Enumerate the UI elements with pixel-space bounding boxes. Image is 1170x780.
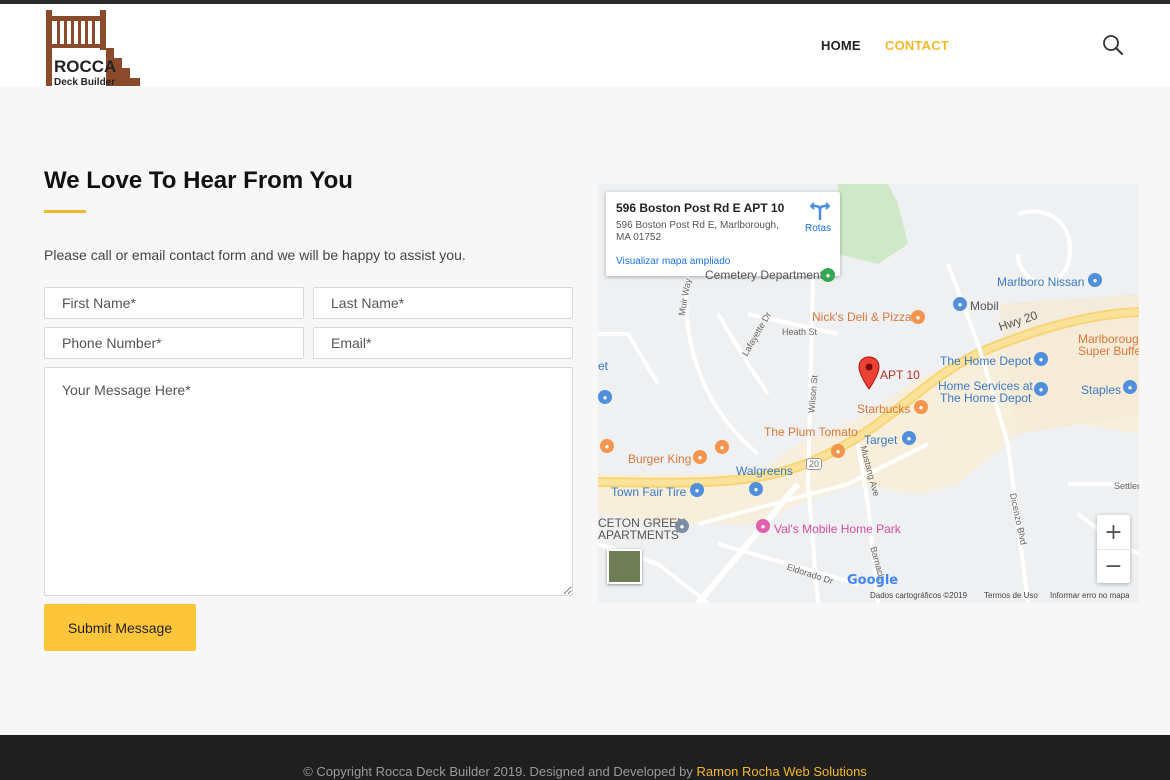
cafe-icon[interactable]: ● [914, 400, 928, 414]
search-icon[interactable] [1102, 34, 1124, 56]
svg-text:ROCCA: ROCCA [54, 57, 116, 76]
site-header: ROCCA Deck Builder HOME CONTACT [0, 4, 1170, 87]
shopping-icon[interactable]: ● [1123, 380, 1137, 394]
last-name-field[interactable] [313, 287, 573, 319]
restaurant-icon[interactable]: ● [911, 310, 925, 324]
info-title: 596 Boston Post Rd E APT 10 [616, 201, 785, 215]
gas-station-icon[interactable]: ● [953, 297, 967, 311]
restaurant-icon[interactable]: ● [693, 450, 707, 464]
zoom-controls: + − [1097, 515, 1130, 583]
map-label-nicks: Nick's Deli & Pizza [812, 310, 912, 324]
zoom-in-button[interactable]: + [1097, 515, 1130, 549]
map-label-mobil: Mobil [970, 299, 999, 313]
restaurant-icon[interactable]: ● [831, 444, 845, 458]
lodging-icon[interactable]: ● [756, 519, 770, 533]
map-label-cemetery: Cemetery Department [705, 268, 824, 282]
map-label-home-depot: The Home Depot [940, 354, 1032, 368]
shopping-icon[interactable]: ● [1034, 382, 1048, 396]
map-label-starbucks: Starbucks [857, 402, 911, 416]
map-label-plum-tomato: The Plum Tomato [764, 425, 858, 439]
map-label-heath-st: Heath St [782, 327, 818, 337]
first-name-field[interactable] [44, 287, 304, 319]
map-label-vals: Val's Mobile Home Park [774, 522, 901, 536]
title-underline [44, 210, 86, 213]
satellite-toggle[interactable] [607, 549, 642, 584]
directions-icon[interactable] [809, 200, 831, 222]
map-terms-link[interactable]: Termos de Uso [984, 591, 1038, 600]
message-field[interactable] [44, 367, 573, 596]
residence-icon[interactable]: ● [675, 519, 689, 533]
map-label-staples: Staples [1081, 383, 1122, 397]
car-dealer-icon[interactable]: ● [1088, 273, 1102, 287]
shopping-icon[interactable]: ● [1034, 352, 1048, 366]
map-label-marlboro-nissan: Marlboro Nissan [997, 275, 1085, 289]
zoom-out-button[interactable]: − [1097, 549, 1130, 583]
map-label-marlborough-2: Super Buffe [1078, 344, 1139, 358]
google-logo: Google [847, 573, 899, 588]
developer-link[interactable]: Ramon Rocha Web Solutions [697, 764, 867, 779]
copyright-label: © Copyright Rocca Deck Builder 2019. Des… [303, 764, 697, 779]
map-label-burger-king: Burger King [628, 452, 692, 466]
google-map[interactable]: 596 Boston Post Rd E APT 10 596 Boston P… [598, 184, 1139, 603]
shopping-icon[interactable]: ● [902, 431, 916, 445]
email-field[interactable] [313, 327, 573, 359]
page-title: We Love To Hear From You [44, 167, 353, 194]
phone-field[interactable] [44, 327, 304, 359]
nav-contact[interactable]: CONTACT [885, 38, 949, 53]
submit-button[interactable]: Submit Message [44, 604, 196, 651]
deck-railing-icon[interactable]: ROCCA Deck Builder [44, 8, 142, 86]
info-address: 596 Boston Post Rd E, Marlborough, MA 01… [616, 220, 779, 243]
marker-label: APT 10 [880, 368, 920, 382]
map-label-walgreens: Walgreens [736, 464, 793, 478]
intro-text: Please call or email contact form and we… [44, 247, 466, 263]
map-info-card: 596 Boston Post Rd E APT 10 596 Boston P… [606, 192, 840, 276]
map-label-ceton-2: APARTMENTS [598, 528, 679, 542]
map-data-credit: Dados cartográficos ©2019 [870, 591, 968, 600]
svg-text:Deck Builder: Deck Builder [54, 77, 115, 86]
map-marker-icon[interactable] [858, 356, 880, 390]
view-larger-map-link[interactable]: Visualizar mapa ampliado [616, 256, 730, 267]
nav-home[interactable]: HOME [821, 38, 861, 53]
map-label-town-fair: Town Fair Tire [611, 485, 687, 499]
restaurant-icon[interactable]: ● [715, 440, 729, 454]
map-label-target: Target [864, 433, 898, 447]
map-label-et: et [598, 359, 609, 373]
route-shield: 20 [806, 458, 823, 470]
pharmacy-icon[interactable]: ● [749, 482, 763, 496]
cemetery-icon[interactable]: ● [821, 268, 835, 282]
copyright-text: © Copyright Rocca Deck Builder 2019. Des… [0, 764, 1170, 779]
restaurant-icon[interactable]: ● [600, 439, 614, 453]
map-label-settler: Settler [1114, 481, 1139, 491]
map-label-home-services-2: The Home Depot [940, 391, 1032, 405]
site-footer: © Copyright Rocca Deck Builder 2019. Des… [0, 735, 1170, 780]
map-footer: Dados cartográficos ©2019 Termos de Uso … [598, 589, 1139, 603]
directions-link[interactable]: Rotas [805, 223, 831, 234]
shopping-icon[interactable]: ● [690, 483, 704, 497]
shopping-icon[interactable]: ● [598, 390, 612, 404]
map-report-link[interactable]: Informar erro no mapa [1050, 591, 1130, 600]
